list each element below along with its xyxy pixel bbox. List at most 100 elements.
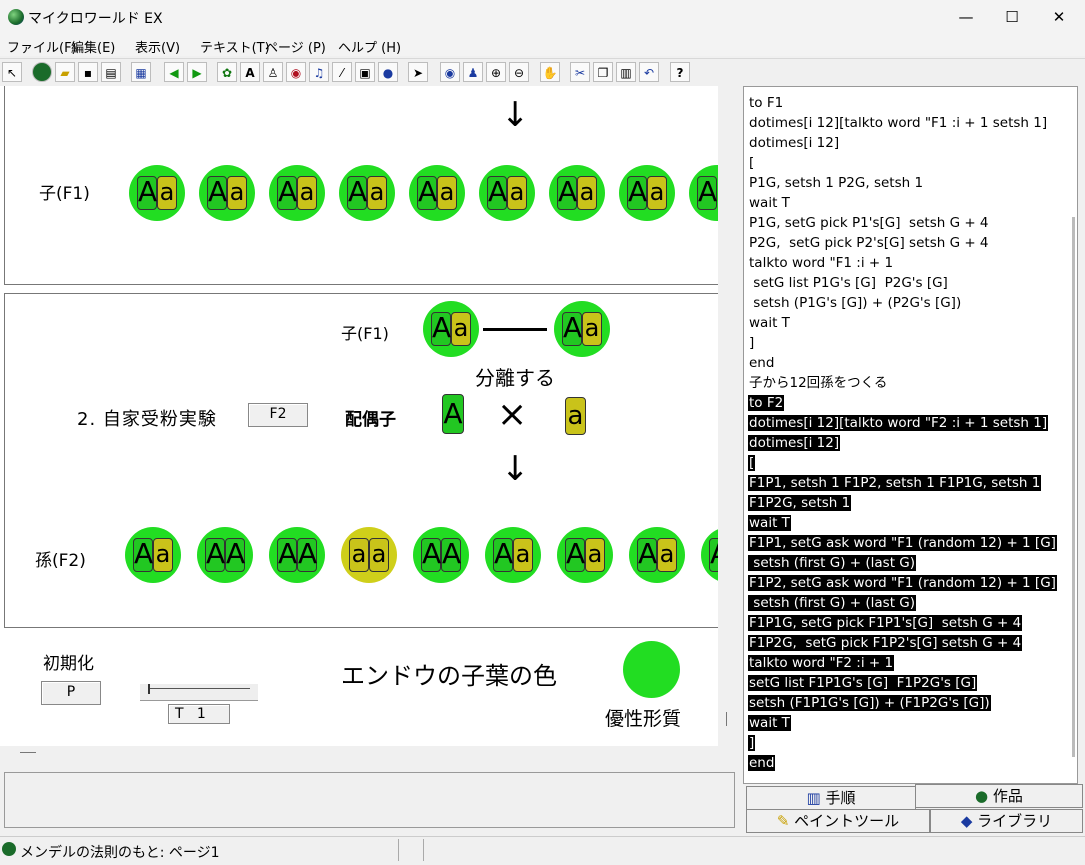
- help-icon[interactable]: ?: [670, 62, 690, 82]
- pea-AA[interactable]: AA: [269, 527, 325, 583]
- p-button[interactable]: P: [41, 681, 101, 705]
- code-line[interactable]: dotimes[i 12][talkto word "F1 :i + 1 set…: [748, 113, 1057, 133]
- procedures-panel[interactable]: to F1 dotimes[i 12][talkto word "F1 :i + …: [743, 86, 1078, 784]
- menu-text[interactable]: テキスト(T): [200, 37, 270, 56]
- code-lines[interactable]: to F1 dotimes[i 12][talkto word "F1 :i + …: [748, 93, 1057, 773]
- music-note-icon[interactable]: ♫: [309, 62, 329, 82]
- code-line[interactable]: setsh (F1P1G's [G]) + (F1P2G's [G]): [748, 693, 1057, 713]
- tab-paint-tools[interactable]: ✎ ペイントツール: [746, 809, 930, 833]
- arrow-cursor-icon[interactable]: ➤: [408, 62, 428, 82]
- scissors-icon[interactable]: ✂: [570, 62, 590, 82]
- code-line[interactable]: ]: [748, 333, 1057, 353]
- zoom-out-icon[interactable]: ⊖: [509, 62, 529, 82]
- pea-A[interactable]: A: [689, 165, 718, 221]
- pea-A[interactable]: A: [701, 527, 718, 583]
- tab-works[interactable]: ● 作品: [915, 784, 1083, 808]
- pea-AA[interactable]: AA: [197, 527, 253, 583]
- maximize-button[interactable]: ☐: [989, 0, 1035, 34]
- layout-icon[interactable]: ▦: [131, 62, 151, 82]
- pea-Aa[interactable]: Aa: [129, 165, 185, 221]
- code-line[interactable]: to F1: [748, 93, 1057, 113]
- pea-aa[interactable]: aa: [341, 527, 397, 583]
- code-line[interactable]: talkto word "F2 :i + 1: [748, 653, 1057, 673]
- pea-Aa[interactable]: Aa: [339, 165, 395, 221]
- pea-Aa[interactable]: Aa: [629, 527, 685, 583]
- trait-color-swatch[interactable]: [623, 641, 680, 698]
- magic-wand-icon[interactable]: ⁄: [332, 62, 352, 82]
- save-icon[interactable]: ▪: [78, 62, 98, 82]
- pointer-mode-icon[interactable]: ↖: [2, 62, 22, 82]
- code-line[interactable]: dotimes[i 12]: [748, 433, 1057, 453]
- undo-icon[interactable]: ↶: [639, 62, 659, 82]
- open-folder-icon[interactable]: ▰: [55, 62, 75, 82]
- code-line[interactable]: [: [748, 153, 1057, 173]
- code-line[interactable]: P1G, setG pick P1's[G] setsh G + 4: [748, 213, 1057, 233]
- code-line[interactable]: setsh (first G) + (last G): [748, 593, 1057, 613]
- code-line[interactable]: ]: [748, 733, 1057, 753]
- code-line[interactable]: F1P1, setsh 1 F1P2, setsh 1 F1P1G, setsh…: [748, 473, 1057, 493]
- code-line[interactable]: F1P1, setG ask word "F1 (random 12) + 1 …: [748, 533, 1057, 553]
- pea-Aa[interactable]: Aa: [125, 527, 181, 583]
- pea-Aa[interactable]: Aa: [409, 165, 465, 221]
- code-line[interactable]: wait T: [748, 313, 1057, 333]
- code-line[interactable]: dotimes[i 12]: [748, 133, 1057, 153]
- globe-icon[interactable]: [32, 62, 52, 82]
- tab-library[interactable]: ◆ ライブラリ: [930, 809, 1083, 833]
- pea-Aa[interactable]: Aa: [549, 165, 605, 221]
- minimize-button[interactable]: —: [943, 0, 989, 34]
- menu-view[interactable]: 表示(V): [135, 37, 180, 56]
- hand-stop-icon[interactable]: ✋: [540, 62, 560, 82]
- code-line[interactable]: dotimes[i 12][talkto word "F2 :i + 1 set…: [748, 413, 1057, 433]
- sphere-icon[interactable]: ●: [378, 62, 398, 82]
- code-line[interactable]: setsh (first G) + (last G): [748, 553, 1057, 573]
- paste-icon[interactable]: ▥: [616, 62, 636, 82]
- code-line[interactable]: [: [748, 453, 1057, 473]
- code-line[interactable]: F1P1G, setG pick F1P1's[G] setsh G + 4: [748, 613, 1057, 633]
- pea-Aa[interactable]: Aa: [485, 527, 541, 583]
- menu-edit[interactable]: 編集(E): [71, 37, 115, 56]
- tab-procedures[interactable]: ▥ 手順: [746, 786, 916, 810]
- text-box-icon[interactable]: A: [240, 62, 260, 82]
- code-line[interactable]: F1P2G, setsh 1: [748, 493, 1057, 513]
- menu-help[interactable]: ヘルプ (H): [338, 37, 401, 56]
- code-line[interactable]: setG list F1P1G's [G] F1P2G's [G]: [748, 673, 1057, 693]
- back-arrow-icon[interactable]: ◀: [164, 62, 184, 82]
- t-slider[interactable]: [140, 684, 258, 701]
- code-line[interactable]: P2G, setG pick P2's[G] setsh G + 4: [748, 233, 1057, 253]
- code-line[interactable]: F1P2G, setG pick F1P2's[G] setsh G + 4: [748, 633, 1057, 653]
- turtle-icon[interactable]: ✿: [217, 62, 237, 82]
- command-center[interactable]: [4, 772, 735, 828]
- code-line[interactable]: talkto word "F1 :i + 1: [748, 253, 1057, 273]
- code-line[interactable]: F1P2, setG ask word "F1 (random 12) + 1 …: [748, 573, 1057, 593]
- eye-icon[interactable]: ◉: [286, 62, 306, 82]
- eye-tool-icon[interactable]: ◉: [440, 62, 460, 82]
- pea-Aa[interactable]: Aa: [619, 165, 675, 221]
- parent-pea-left[interactable]: A a: [423, 301, 479, 357]
- stamp-icon[interactable]: ♟: [463, 62, 483, 82]
- pea-Aa[interactable]: Aa: [199, 165, 255, 221]
- slider-thumb[interactable]: [148, 684, 150, 694]
- copy-icon[interactable]: ❐: [593, 62, 613, 82]
- menu-file[interactable]: ファイル(F): [7, 37, 77, 56]
- code-line[interactable]: 子から12回孫をつくる: [748, 373, 1057, 393]
- f2-button[interactable]: F2: [248, 403, 308, 427]
- zoom-in-icon[interactable]: ⊕: [486, 62, 506, 82]
- pea-Aa[interactable]: Aa: [269, 165, 325, 221]
- close-button[interactable]: ✕: [1036, 0, 1082, 34]
- forward-arrow-icon[interactable]: ▶: [187, 62, 207, 82]
- code-line[interactable]: setsh (P1G's [G]) + (P2G's [G]): [748, 293, 1057, 313]
- code-scrollbar[interactable]: [1072, 217, 1075, 757]
- code-line[interactable]: setG list P1G's [G] P2G's [G]: [748, 273, 1057, 293]
- code-line[interactable]: wait T: [748, 193, 1057, 213]
- code-line[interactable]: wait T: [748, 513, 1057, 533]
- code-line[interactable]: to F2: [748, 393, 1057, 413]
- code-line[interactable]: end: [748, 353, 1057, 373]
- code-line[interactable]: P1G, setsh 1 P2G, setsh 1: [748, 173, 1057, 193]
- paint-bucket-icon[interactable]: ♙: [263, 62, 283, 82]
- pea-AA[interactable]: AA: [413, 527, 469, 583]
- pea-Aa[interactable]: Aa: [479, 165, 535, 221]
- video-icon[interactable]: ▣: [355, 62, 375, 82]
- print-icon[interactable]: ▤: [101, 62, 121, 82]
- pea-Aa[interactable]: Aa: [557, 527, 613, 583]
- parent-pea-right[interactable]: A a: [554, 301, 610, 357]
